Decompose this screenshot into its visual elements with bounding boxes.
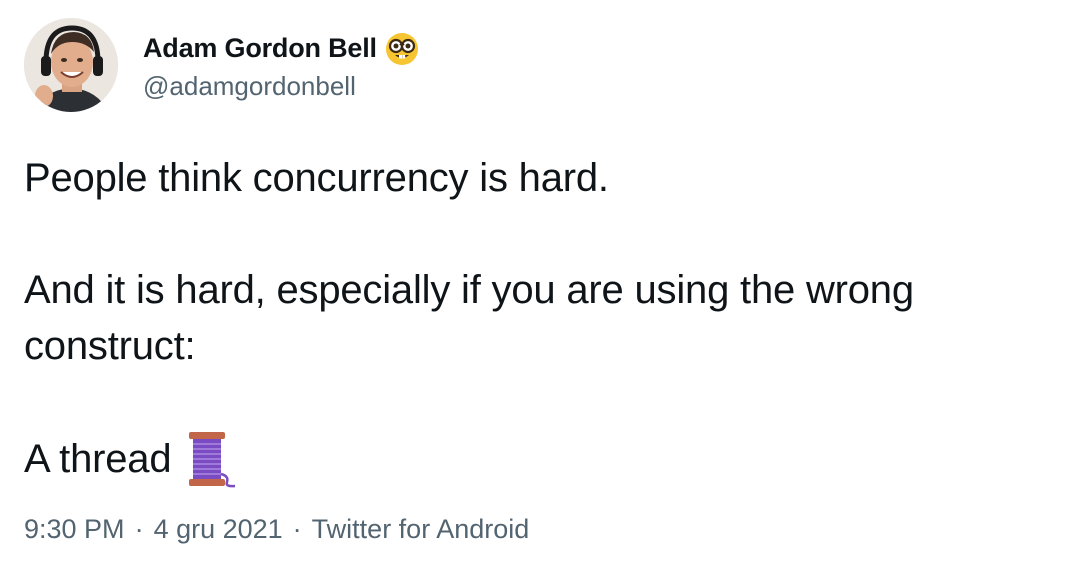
avatar[interactable]: [24, 18, 118, 112]
display-name[interactable]: Adam Gordon Bell: [143, 33, 377, 64]
tweet-card: Adam Gordon Bell @adamgordonbell People …: [0, 0, 1091, 584]
tweet-paragraph-2: And it is hard, especially if you are us…: [24, 268, 914, 368]
nerd-face-emoji-icon: [385, 32, 419, 66]
tweet-time[interactable]: 9:30 PM: [24, 514, 125, 545]
tweet-meta: 9:30 PM · 4 gru 2021 · Twitter for Andro…: [24, 514, 529, 545]
user-handle[interactable]: @adamgordonbell: [143, 71, 419, 102]
thread-spool-emoji-icon: [185, 430, 237, 488]
tweet-paragraph-3: A thread: [24, 430, 1074, 488]
tweet-text: People think concurrency is hard. And it…: [24, 150, 1074, 488]
tweet-source[interactable]: Twitter for Android: [312, 514, 530, 545]
tweet-date[interactable]: 4 gru 2021: [154, 514, 283, 545]
user-info: Adam Gordon Bell @adamgordonbell: [143, 29, 419, 102]
tweet-paragraph-1: People think concurrency is hard.: [24, 156, 609, 200]
name-row: Adam Gordon Bell: [143, 29, 419, 69]
meta-separator: ·: [134, 514, 144, 544]
meta-separator: ·: [292, 514, 302, 544]
tweet-header: Adam Gordon Bell @adamgordonbell: [24, 18, 419, 112]
thread-text: A thread: [24, 437, 172, 481]
avatar-image: [24, 18, 118, 112]
